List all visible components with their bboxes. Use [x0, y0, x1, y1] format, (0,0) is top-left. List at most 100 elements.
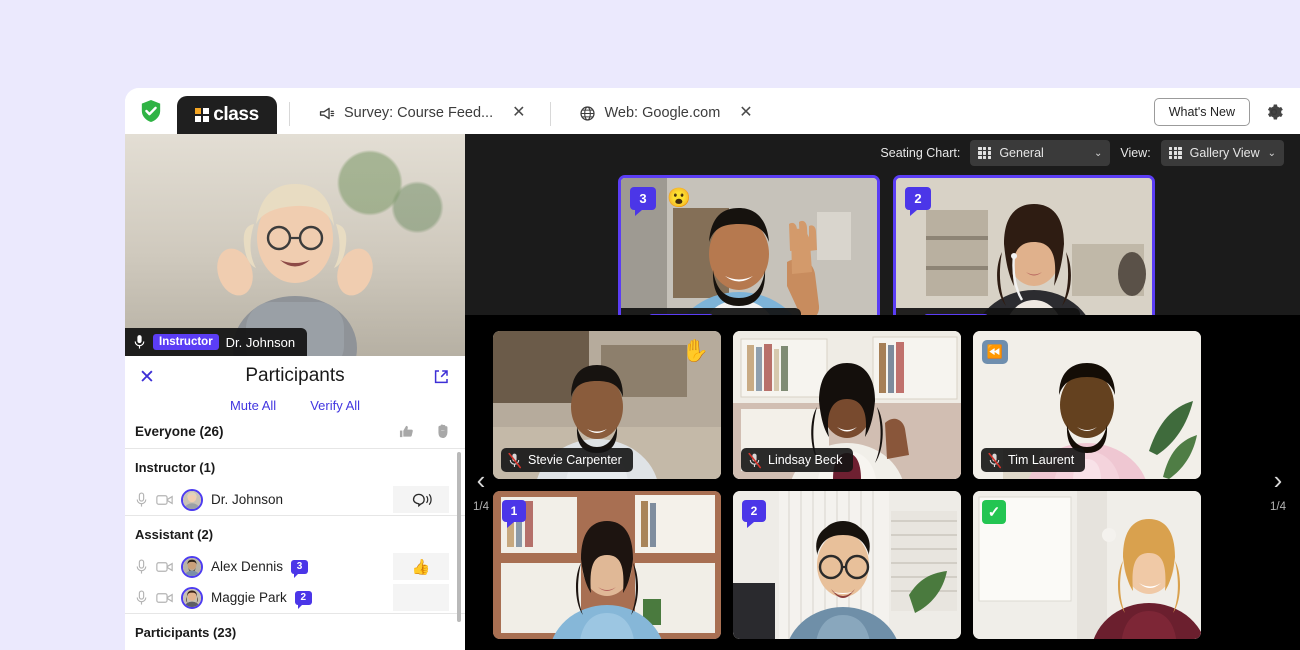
chat-count-badge[interactable]: 2	[295, 591, 312, 605]
tab-web-google[interactable]: Web: Google.com ✕	[563, 94, 765, 132]
mute-all-button[interactable]: Mute All	[230, 398, 276, 413]
participant-name: Alex Dennis	[211, 559, 283, 574]
view-value: Gallery View	[1190, 146, 1260, 160]
reaction-slot-empty[interactable]	[393, 584, 449, 611]
microphone-icon[interactable]	[135, 492, 148, 508]
globe-icon	[579, 105, 596, 122]
gear-icon[interactable]	[1264, 102, 1284, 122]
thumbs-up-icon[interactable]	[399, 424, 414, 439]
chat-count-badge[interactable]: 2	[905, 187, 931, 210]
chevron-down-icon: ⌄	[1268, 148, 1276, 159]
gallery-tile-row2-1[interactable]: 1	[493, 491, 721, 639]
camera-icon[interactable]	[156, 494, 173, 506]
avatar	[181, 489, 203, 511]
class-app-tab[interactable]: class	[177, 96, 277, 134]
seating-chart-value: General	[999, 146, 1043, 160]
whats-new-button[interactable]: What's New	[1154, 98, 1250, 126]
chevron-left-icon: ‹	[459, 467, 503, 493]
gallery-video-row2-1	[493, 491, 721, 639]
rewind-badge-icon[interactable]: ⏪	[982, 340, 1008, 364]
instructor-name: Dr. Johnson	[226, 335, 295, 350]
gallery-row-1: ✋ Stevie Carpenter	[465, 315, 1300, 479]
section-heading-participants: Participants (23)	[125, 613, 465, 649]
verify-all-button[interactable]: Verify All	[310, 398, 360, 413]
grid-icon	[1169, 147, 1182, 160]
shield-check-icon	[125, 88, 177, 134]
gallery-page-indicator-left: 1/4	[459, 501, 503, 513]
camera-icon[interactable]	[156, 592, 173, 604]
gallery-video-row2-3	[973, 491, 1201, 639]
participants-panel-header: ✕ Participants	[125, 356, 465, 396]
tab-survey[interactable]: Survey: Course Feed... ✕	[302, 94, 538, 132]
gallery-tile-tim-laurent[interactable]: ⏪ Tim Laurent	[973, 331, 1201, 479]
tab-divider-2	[550, 102, 551, 126]
panel-title: Participants	[245, 365, 344, 387]
camera-icon[interactable]	[156, 561, 173, 573]
everyone-row: Everyone (26)	[125, 423, 465, 448]
participant-row-alex-dennis[interactable]: Alex Dennis 3 👍	[125, 551, 465, 582]
stage-toolbar: Seating Chart: General ⌄ View: Gallery V…	[465, 134, 1300, 172]
verified-check-badge[interactable]: ✓	[982, 500, 1006, 524]
meeting-stage: Instructor Dr. Johnson ✕ Participants Mu…	[125, 134, 1300, 650]
instructor-tile-label: Instructor Dr. Johnson	[125, 328, 307, 356]
mic-muted-icon	[748, 452, 762, 469]
gallery-tile-row2-2[interactable]: 2	[733, 491, 961, 639]
right-column: Seating Chart: General ⌄ View: Gallery V…	[465, 134, 1300, 650]
chevron-right-icon: ›	[1256, 467, 1300, 493]
popout-icon[interactable]	[433, 369, 449, 385]
class-logo-text: class	[213, 104, 259, 126]
gallery-grid: ✋ Stevie Carpenter	[465, 315, 1300, 650]
section-heading-assistant: Assistant (2)	[125, 515, 465, 551]
seating-chart-select[interactable]: General ⌄	[970, 140, 1110, 166]
raised-hand-icon[interactable]	[436, 423, 451, 439]
instructor-video-person	[190, 152, 400, 356]
view-select[interactable]: Gallery View ⌄	[1161, 140, 1284, 166]
microphone-icon	[133, 334, 146, 350]
topbar-right-controls: What's New	[1154, 98, 1300, 134]
microphone-icon[interactable]	[135, 590, 148, 606]
reaction-emoji-hand: ✋	[682, 338, 709, 364]
gallery-page-indicator-right: 1/4	[1256, 501, 1300, 513]
assistants-band: 3 😮 Assistant Alex Dennis	[465, 172, 1300, 315]
gallery-next-page[interactable]: › 1/4	[1256, 467, 1300, 513]
gallery-tile-row2-3[interactable]: ✓	[973, 491, 1201, 639]
grid-icon	[978, 147, 991, 160]
participant-name: Maggie Park	[211, 590, 287, 605]
chat-count-badge[interactable]: 1	[502, 500, 526, 522]
browser-topbar: class Survey: Course Feed... ✕ Web: Goog…	[125, 88, 1300, 134]
gallery-participant-name: Lindsay Beck	[768, 453, 842, 467]
microphone-icon[interactable]	[135, 559, 148, 575]
class-logo-icon	[195, 108, 210, 123]
mic-muted-icon	[988, 452, 1002, 469]
chat-count-badge[interactable]: 2	[742, 500, 766, 522]
close-icon[interactable]: ✕	[139, 368, 155, 387]
shield-check-glyph	[140, 99, 162, 123]
reaction-emoji: 😮	[667, 186, 691, 210]
gallery-tile-lindsay-beck[interactable]: Lindsay Beck	[733, 331, 961, 479]
participant-row-dr-johnson[interactable]: Dr. Johnson	[125, 484, 465, 515]
participant-row-maggie-park[interactable]: Maggie Park 2	[125, 582, 465, 613]
everyone-label: Everyone (26)	[135, 424, 224, 439]
speaking-indicator-icon[interactable]	[393, 486, 449, 513]
avatar	[181, 556, 203, 578]
instructor-video-tile[interactable]: Instructor Dr. Johnson	[125, 134, 465, 356]
gallery-tile-stevie-carpenter[interactable]: ✋ Stevie Carpenter	[493, 331, 721, 479]
gallery-prev-page[interactable]: ‹ 1/4	[459, 467, 503, 513]
reaction-thumbs-up[interactable]: 👍	[393, 553, 449, 580]
gallery-tile-label: Tim Laurent	[981, 448, 1085, 472]
gallery-participant-name: Tim Laurent	[1008, 453, 1074, 467]
tab-survey-label: Survey: Course Feed...	[344, 105, 493, 121]
panel-bulk-actions: Mute All Verify All	[125, 396, 465, 423]
tab-survey-close[interactable]: ✕	[502, 105, 535, 121]
mic-muted-icon	[508, 452, 522, 469]
gallery-row-2: 1	[465, 479, 1300, 639]
left-column: Instructor Dr. Johnson ✕ Participants Mu…	[125, 134, 465, 650]
chat-count-badge[interactable]: 3	[630, 187, 656, 210]
tab-web-close[interactable]: ✕	[729, 105, 762, 121]
megaphone-icon	[318, 105, 335, 122]
section-heading-instructor: Instructor (1)	[125, 448, 465, 484]
gallery-participant-name: Stevie Carpenter	[528, 453, 622, 467]
chevron-down-icon: ⌄	[1094, 148, 1102, 159]
chat-count-badge[interactable]: 3	[291, 560, 308, 574]
participants-panel: ✕ Participants Mute All Verify All Every…	[125, 356, 465, 650]
